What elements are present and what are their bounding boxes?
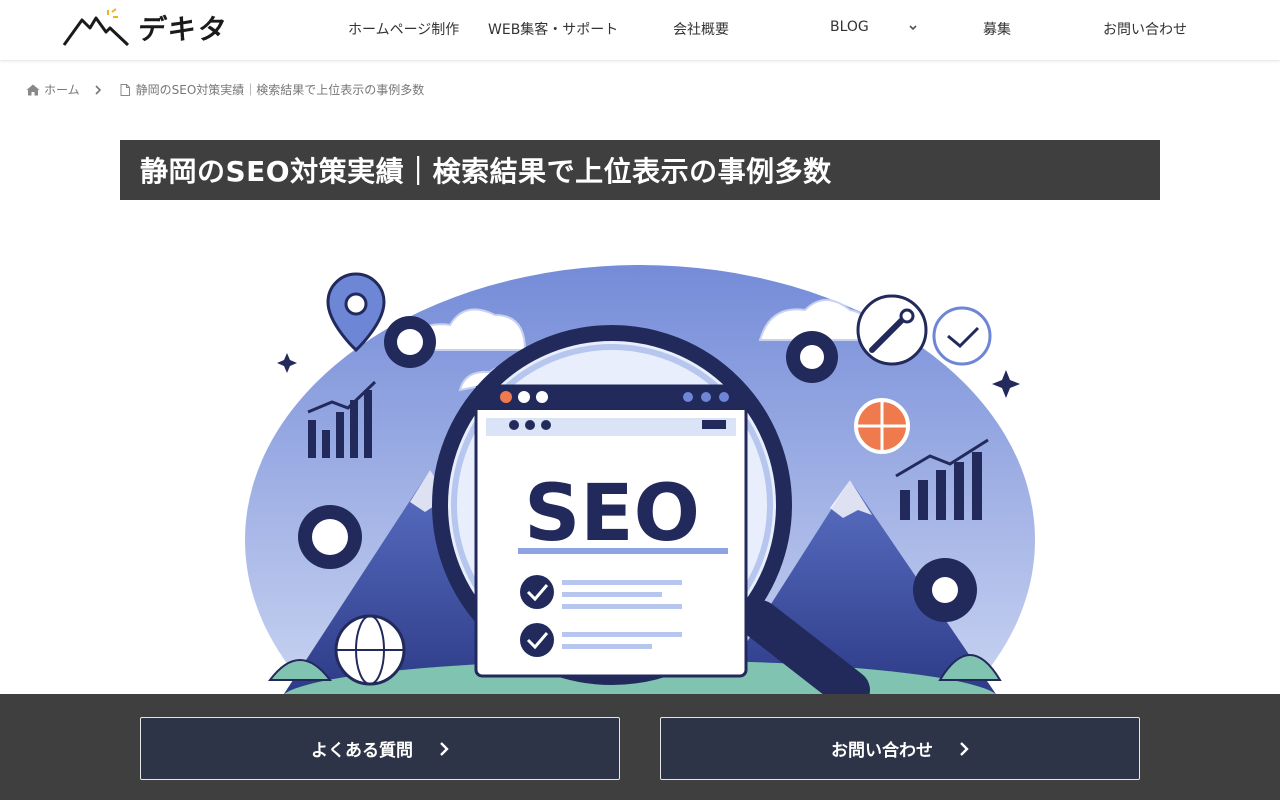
breadcrumb-current: 静岡のSEO対策実績｜検索結果で上位表示の事例多数 (135, 83, 425, 97)
chevron-right-icon (440, 741, 449, 756)
page-title: 静岡のSEO対策実績｜検索結果で上位表示の事例多数 (140, 155, 832, 188)
page-title-bar: 静岡のSEO対策実績｜検索結果で上位表示の事例多数 (120, 140, 1160, 200)
nav-item-contact[interactable]: お問い合わせ (1103, 19, 1187, 39)
chevron-right-icon (95, 84, 101, 95)
cta-bar: よくある質問 お問い合わせ (0, 694, 1280, 800)
seo-illustration: SEO (245, 265, 1035, 700)
hero-illustration: SEO (240, 240, 1040, 700)
breadcrumb-home-link[interactable]: ホーム (44, 81, 80, 98)
faq-button-label: よくある質問 (311, 741, 413, 761)
breadcrumb: ホーム 静岡のSEO対策実績｜検索結果で上位表示の事例多数 (26, 81, 424, 98)
faq-button[interactable]: よくある質問 (140, 717, 620, 780)
chevron-down-icon[interactable] (907, 20, 919, 34)
nav-item-blog[interactable]: BLOG (830, 19, 869, 35)
nav-item-company[interactable]: 会社概要 (673, 19, 729, 39)
site-header: デキタ ホームページ制作 WEB集客・サポート 会社概要 BLOG 募集 お問い… (0, 0, 1280, 60)
nav-item-recruit[interactable]: 募集 (983, 19, 1011, 39)
document-icon (120, 83, 130, 96)
contact-button[interactable]: お問い合わせ (660, 717, 1140, 780)
nav-item-web-marketing[interactable]: WEB集客・サポート (488, 19, 618, 39)
logo-text: デキタ (135, 13, 231, 46)
site-logo[interactable]: デキタ (62, 8, 262, 48)
seo-word: SEO (524, 469, 700, 559)
mountain-logo-icon (62, 8, 130, 47)
nav-item-homepage[interactable]: ホームページ制作 (348, 19, 459, 39)
contact-button-label: お問い合わせ (831, 741, 933, 761)
home-icon (26, 84, 40, 95)
chevron-right-icon (960, 741, 969, 756)
